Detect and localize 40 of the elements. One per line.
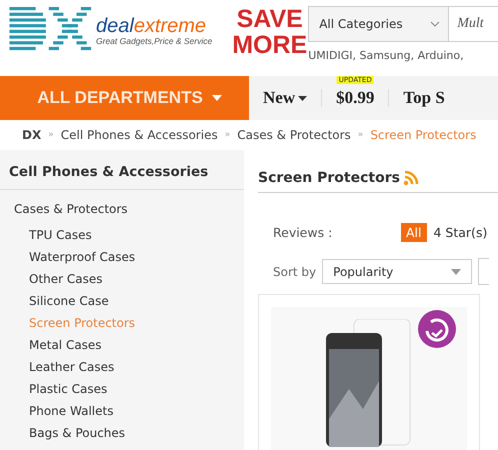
breadcrumb-link[interactable]: Cases & Protectors xyxy=(237,128,351,142)
sidebar-item[interactable]: Other Cases xyxy=(0,268,244,290)
brand-name: dealextreme xyxy=(96,16,208,36)
rss-icon xyxy=(402,170,419,186)
category-select[interactable]: All Categories xyxy=(308,6,450,42)
promo-text: MORE xyxy=(232,32,308,58)
nav-link[interactable]: New xyxy=(263,88,308,108)
search-suggestions: UMIDIGI, Samsung, Arduino, xyxy=(308,49,465,62)
sidebar-item[interactable]: Metal Cases xyxy=(0,334,244,356)
page-title: Screen Protectors xyxy=(258,170,400,186)
breadcrumb-separator: » xyxy=(358,130,364,140)
review-filter[interactable]: 4 Star(s) xyxy=(428,223,492,242)
sidebar-item[interactable]: TPU Cases xyxy=(0,224,244,246)
sidebar-title: Cell Phones & Accessories xyxy=(0,150,244,190)
sidebar-item[interactable]: Leather Cases xyxy=(0,356,244,378)
reviews-label: Reviews : xyxy=(273,225,334,240)
sidebar-category[interactable]: Cases & Protectors xyxy=(0,190,244,224)
breadcrumb-separator: » xyxy=(224,130,230,140)
clock-badge-icon xyxy=(417,309,457,349)
sidebar-item[interactable]: Bags & Pouches xyxy=(0,422,244,444)
sidebar-item[interactable]: Silicone Case xyxy=(0,290,244,312)
caret-icon xyxy=(451,268,462,274)
promo-text: SAVE xyxy=(236,6,303,32)
nav-link[interactable]: $0.99 xyxy=(336,88,374,108)
caret-icon xyxy=(298,96,308,100)
brand-tagline: Great Gadgets,Price & Service xyxy=(96,36,212,46)
dx-logo-icon xyxy=(8,6,94,52)
sidebar-item[interactable]: Phone Wallets xyxy=(0,400,244,422)
sort-select[interactable]: Popularity xyxy=(322,259,472,284)
sidebar-item[interactable]: Plastic Cases xyxy=(0,378,244,400)
breadcrumb-separator: » xyxy=(48,130,54,140)
search-field[interactable]: Mult xyxy=(449,6,498,42)
sort-label: Sort by xyxy=(273,264,316,278)
caret-icon xyxy=(212,95,222,101)
breadcrumb-link[interactable]: Cell Phones & Accessories xyxy=(60,128,218,142)
nav-link[interactable]: Top S xyxy=(403,88,445,108)
sidebar-item[interactable]: Waterproof Cases xyxy=(0,246,244,268)
breadcrumb-link[interactable]: DX xyxy=(22,128,42,142)
product-card[interactable] xyxy=(258,294,480,450)
chevron-icon xyxy=(430,21,440,27)
